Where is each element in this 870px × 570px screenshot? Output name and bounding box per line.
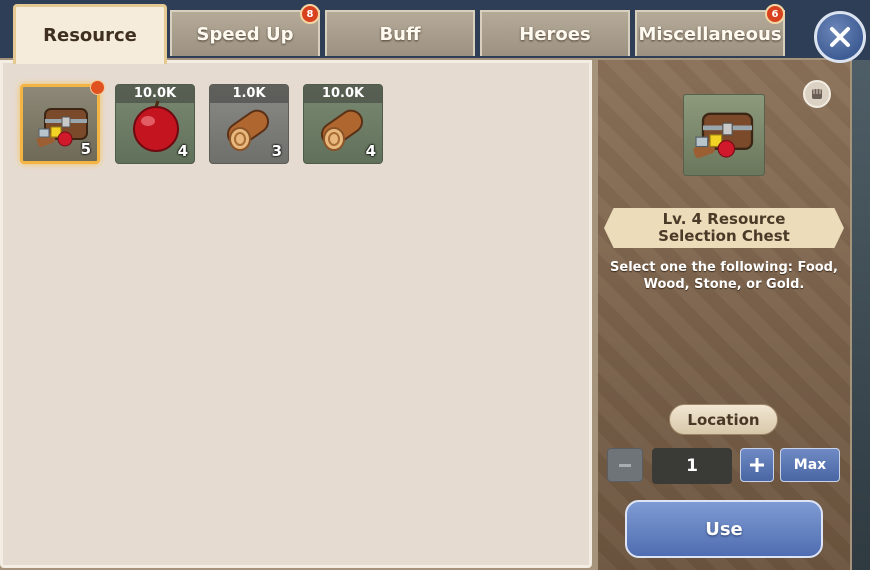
tab-bar: Resource Speed Up 8 Buff Heroes Miscella… [0,0,870,64]
close-icon [830,27,850,47]
max-label: Max [793,457,827,473]
location-button[interactable]: Location [669,404,778,435]
close-button[interactable] [814,11,866,63]
use-label: Use [705,518,743,540]
item-count: 4 [177,142,188,160]
tab-label: Speed Up [196,23,294,45]
item-description: Select one the following: Food, Wood, St… [610,260,838,292]
item-count: 4 [365,142,376,160]
inventory-slot-resource-chest[interactable]: 5 [20,84,100,164]
tab-label: Buff [379,23,421,45]
tab-heroes[interactable]: Heroes [480,10,630,56]
tab-resource[interactable]: Resource [13,4,167,64]
item-name: Lv. 4 Resource Selection Chest [658,210,790,245]
tab-label: Miscellaneous [638,23,782,45]
tab-label: Resource [43,25,137,46]
location-label: Location [687,410,760,429]
inventory-slot-wood-1k[interactable]: 1.0K 3 [209,84,289,164]
tab-speed-up[interactable]: Speed Up 8 [170,4,320,56]
increase-quantity-button[interactable] [740,448,774,482]
plus-icon [750,458,764,472]
item-name-banner: Lv. 4 Resource Selection Chest [604,208,844,248]
inventory-slot-wood-10k[interactable]: 10.0K 4 [303,84,383,164]
decrease-quantity-button[interactable] [607,448,643,482]
inventory-slot-food[interactable]: 10.0K 4 [115,84,195,164]
fist-icon [812,89,822,99]
use-button[interactable]: Use [625,500,823,558]
max-quantity-button[interactable]: Max [780,448,840,482]
selected-item-image [683,94,765,176]
new-item-indicator [90,80,105,95]
info-button[interactable] [803,80,831,108]
minus-icon [619,464,631,467]
notification-badge: 8 [300,4,320,24]
quantity-input[interactable]: 1 [652,448,732,484]
chest-icon [693,112,754,159]
item-count: 3 [271,142,282,160]
tab-label: Heroes [519,23,591,45]
item-count: 5 [80,140,91,158]
tab-miscellaneous[interactable]: Miscellaneous 6 [635,4,785,56]
quantity-value: 1 [686,456,698,476]
notification-badge: 6 [765,4,785,24]
tab-buff[interactable]: Buff [325,10,475,56]
